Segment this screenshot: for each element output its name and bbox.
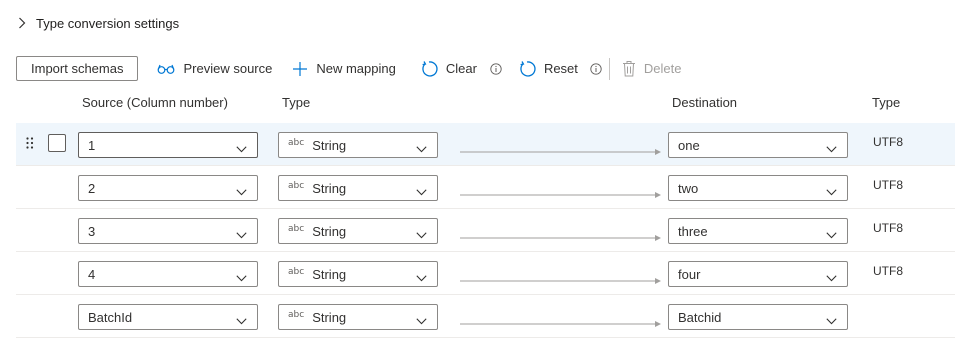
source-column-dropdown[interactable]: 1 (78, 132, 258, 158)
row-checkbox[interactable] (48, 134, 66, 152)
source-value: BatchId (88, 309, 133, 325)
string-type-icon: abc (288, 310, 305, 320)
destination-dropdown[interactable]: one (668, 132, 848, 158)
type-dropdown[interactable]: abc String (278, 132, 438, 158)
destination-dropdown[interactable]: two (668, 175, 848, 201)
chevron-down-icon (416, 141, 427, 156)
preview-source-button[interactable]: Preview source (157, 56, 272, 81)
source-column-dropdown[interactable]: 4 (78, 261, 258, 287)
chevron-down-icon (826, 184, 837, 199)
chevron-down-icon (236, 227, 247, 242)
type-value: String (312, 137, 347, 153)
plus-icon (292, 61, 308, 77)
refresh-icon (420, 60, 438, 78)
header-type: Type (282, 95, 311, 110)
section-title: Type conversion settings (36, 15, 180, 31)
chevron-down-icon (826, 227, 837, 242)
chevron-down-icon (416, 227, 427, 242)
drag-handle-icon[interactable] (26, 137, 34, 152)
reset-label: Reset (543, 61, 578, 76)
type-value: String (312, 223, 347, 239)
trash-icon (622, 60, 636, 77)
reset-button[interactable]: Reset (518, 56, 578, 81)
mapping-arrow-icon (460, 272, 662, 287)
source-value: 3 (88, 223, 96, 239)
source-column-dropdown[interactable]: 3 (78, 218, 258, 244)
destination-dropdown[interactable]: Batchid (668, 304, 848, 330)
type-dropdown[interactable]: abc String (278, 218, 438, 244)
destination-dropdown[interactable]: four (668, 261, 848, 287)
mapping-row[interactable]: BatchId abc String Batchid (16, 295, 955, 338)
mapping-arrow-icon (460, 186, 662, 201)
clear-button[interactable]: Clear (420, 56, 477, 81)
chevron-down-icon (416, 184, 427, 199)
delete-label: Delete (643, 61, 682, 76)
chevron-down-icon (236, 141, 247, 156)
mapping-arrow-icon (460, 229, 662, 244)
mapping-row[interactable]: 3 abc String three UTF8 (16, 209, 955, 252)
type-dropdown[interactable]: abc String (278, 261, 438, 287)
chevron-down-icon (416, 270, 427, 285)
mapping-row[interactable]: 4 abc String four UTF8 (16, 252, 955, 295)
header-dest-type: Type (872, 95, 901, 110)
column-headers: Source (Column number) Type Destination … (0, 92, 955, 114)
glasses-icon (157, 63, 175, 75)
source-value: 4 (88, 266, 96, 282)
destination-value: two (678, 180, 699, 196)
chevron-right-icon (18, 17, 28, 29)
mapping-arrow-icon (460, 315, 662, 330)
new-mapping-label: New mapping (316, 61, 396, 76)
destination-value: three (678, 223, 708, 239)
chevron-down-icon (236, 313, 247, 328)
destination-type: UTF8 (873, 221, 903, 235)
destination-value: four (678, 266, 701, 282)
type-dropdown[interactable]: abc String (278, 304, 438, 330)
chevron-down-icon (826, 141, 837, 156)
destination-type: UTF8 (873, 178, 903, 192)
type-value: String (312, 180, 347, 196)
chevron-down-icon (236, 270, 247, 285)
source-column-dropdown[interactable]: 2 (78, 175, 258, 201)
mapping-arrow-icon (460, 143, 662, 158)
destination-value: one (678, 137, 700, 153)
chevron-down-icon (826, 270, 837, 285)
chevron-down-icon (236, 184, 247, 199)
mapping-row[interactable]: 2 abc String two UTF8 (16, 166, 955, 209)
source-value: 2 (88, 180, 96, 196)
import-schemas-button[interactable]: Import schemas (16, 56, 139, 81)
source-column-dropdown[interactable]: BatchId (78, 304, 258, 330)
chevron-down-icon (416, 313, 427, 328)
type-value: String (312, 309, 347, 325)
string-type-icon: abc (288, 181, 305, 191)
toolbar-divider (608, 57, 610, 80)
type-conversion-settings-toggle[interactable]: Type conversion settings (18, 12, 179, 34)
destination-type: UTF8 (873, 135, 903, 149)
info-icon[interactable] (590, 62, 602, 75)
destination-type: UTF8 (873, 264, 903, 278)
header-source: Source (Column number) (82, 95, 228, 110)
destination-value: Batchid (678, 309, 722, 325)
chevron-down-icon (826, 313, 837, 328)
string-type-icon: abc (288, 267, 305, 277)
type-dropdown[interactable]: abc String (278, 175, 438, 201)
refresh-icon (518, 60, 536, 78)
mapping-row[interactable]: 1 abc String one UTF8 (16, 123, 955, 166)
source-value: 1 (88, 137, 96, 153)
clear-label: Clear (445, 61, 477, 76)
type-value: String (312, 266, 347, 282)
string-type-icon: abc (288, 224, 305, 234)
info-icon[interactable] (490, 62, 502, 75)
destination-dropdown[interactable]: three (668, 218, 848, 244)
new-mapping-button[interactable]: New mapping (292, 56, 396, 81)
delete-button[interactable]: Delete (622, 56, 682, 81)
preview-source-label: Preview source (183, 61, 273, 76)
string-type-icon: abc (288, 138, 305, 148)
mapping-toolbar: Import schemas Preview source New mappin… (16, 56, 681, 81)
header-destination: Destination (672, 95, 738, 110)
